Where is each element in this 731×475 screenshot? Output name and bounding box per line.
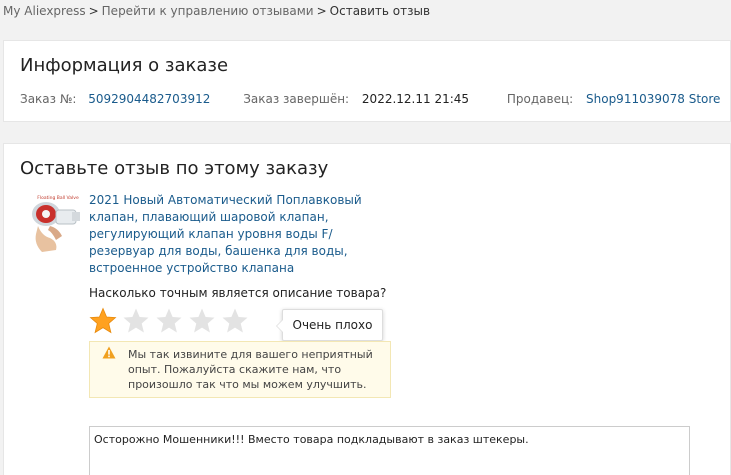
order-details: Заказ №: 5092904482703912 Заказ завершён…: [20, 92, 720, 106]
review-textarea[interactable]: Осторожно Мошенники!!! Вместо товара под…: [89, 426, 690, 475]
order-info-card: Информация о заказе Заказ №: 50929044827…: [3, 40, 731, 122]
review-card: Оставьте отзыв по этому заказу Floating …: [3, 143, 731, 475]
rating-question: Насколько точным является описание товар…: [89, 286, 387, 300]
warning-text: Мы так извините для вашего неприятный оп…: [128, 348, 373, 391]
star-2-icon[interactable]: [122, 307, 150, 335]
seller-link[interactable]: Shop911039078 Store: [586, 92, 720, 106]
seller-label: Продавец:: [506, 92, 574, 106]
thumb-caption: Floating Ball Valve: [37, 195, 79, 201]
star-rating: [89, 307, 249, 337]
rating-tooltip: Очень плохо: [276, 309, 383, 341]
order-info-title: Информация о заказе: [20, 55, 229, 76]
star-4-icon[interactable]: [188, 307, 216, 335]
star-1-icon[interactable]: [89, 307, 117, 335]
order-number-label: Заказ №:: [20, 92, 77, 106]
breadcrumb-my-aliexpress[interactable]: My Aliexpress: [3, 4, 86, 18]
warning-message: Мы так извините для вашего неприятный оп…: [89, 341, 391, 398]
order-completed-label: Заказ завершён:: [243, 92, 350, 106]
order-completed-date: 2022.12.11 21:45: [361, 92, 470, 106]
order-number-link[interactable]: 5092904482703912: [88, 92, 210, 106]
breadcrumb-manage-reviews[interactable]: Перейти к управлению отзывами: [102, 4, 314, 18]
breadcrumb-separator: >: [88, 4, 99, 18]
breadcrumb-current: Оставить отзыв: [329, 4, 431, 18]
star-3-icon[interactable]: [155, 307, 183, 335]
breadcrumb-separator: >: [316, 4, 327, 18]
product-thumbnail[interactable]: Floating Ball Valve: [28, 192, 84, 254]
star-5-icon[interactable]: [221, 307, 249, 335]
review-title: Оставьте отзыв по этому заказу: [20, 158, 329, 179]
breadcrumb: My Aliexpress > Перейти к управлению отзыв…: [3, 4, 430, 18]
product-title-link[interactable]: 2021 Новый Автоматический Поплавковый кл…: [89, 192, 379, 277]
warning-icon: [102, 346, 116, 359]
